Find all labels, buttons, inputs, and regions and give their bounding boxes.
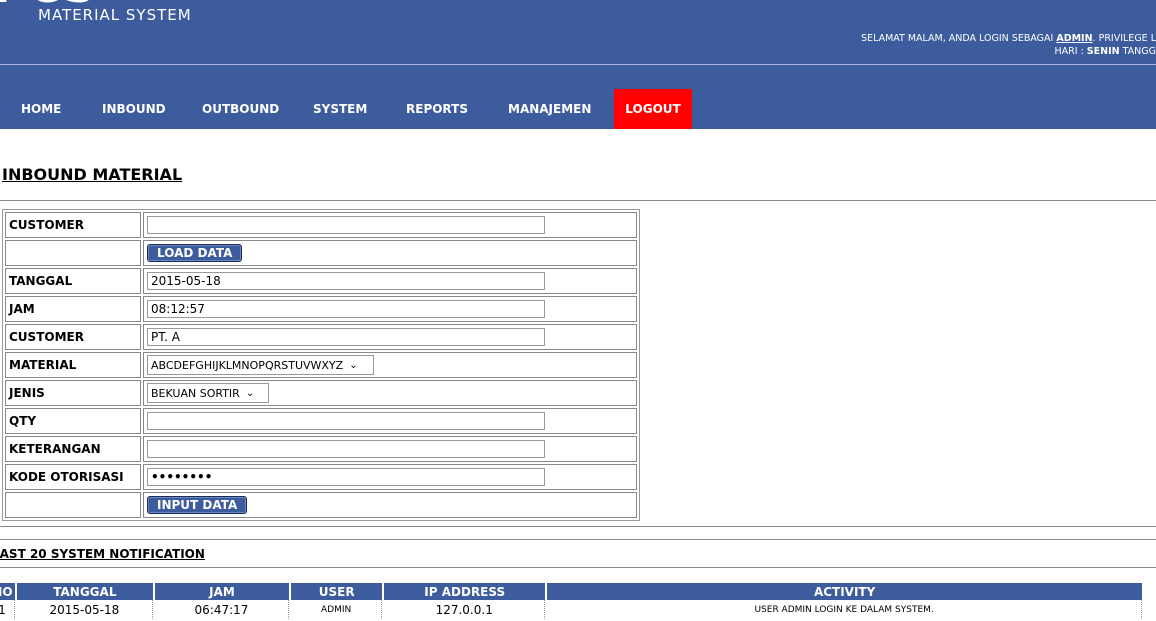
nav-logout[interactable]: LOGOUT <box>614 89 692 129</box>
form-row-input: INPUT DATA <box>5 492 637 518</box>
notification-table: NO TANGGAL JAM USER IP ADDRESS ACTIVITY … <box>0 583 1144 619</box>
divider <box>0 539 1156 540</box>
page-title: INBOUND MATERIAL <box>2 165 183 184</box>
kode-otorisasi-label: KODE OTORISASI <box>5 464 141 490</box>
nav-reports[interactable]: REPORTS <box>406 89 508 129</box>
customer-input[interactable] <box>147 328 545 346</box>
qty-label: QTY <box>5 408 141 434</box>
inbound-form: CUSTOMER LOAD DATA TANGGAL JAM CUSTOMER … <box>2 209 640 521</box>
chevron-down-icon: ⌄ <box>349 359 358 371</box>
divider <box>0 200 1156 202</box>
material-cell: ABCDEFGHIJKLMNOPQRSTUVWXYZ ⌄ <box>143 352 637 378</box>
notification-title: LAST 20 SYSTEM NOTIFICATION <box>0 547 205 561</box>
nav-home[interactable]: HOME <box>0 89 102 129</box>
customer-search-cell <box>143 212 637 238</box>
customer-search-label: CUSTOMER <box>5 212 141 238</box>
col-tanggal: TANGGAL <box>16 583 153 600</box>
day-value: SENIN <box>1086 46 1120 57</box>
load-cell: LOAD DATA <box>143 240 637 266</box>
kode-otorisasi-input[interactable] <box>147 468 545 486</box>
keterangan-input[interactable] <box>147 440 545 458</box>
jam-input[interactable] <box>147 300 545 318</box>
table-row: 1 2015-05-18 06:47:17 ADMIN 127.0.0.1 US… <box>0 600 1142 619</box>
cell-tanggal: 2015-05-18 <box>17 600 153 619</box>
col-no: NO <box>0 583 15 600</box>
kode-cell <box>143 464 637 490</box>
chevron-down-icon: ⌄ <box>245 387 255 399</box>
cell-ip: 127.0.0.1 <box>384 600 546 619</box>
col-ip: IP ADDRESS <box>384 583 546 600</box>
qty-cell <box>143 408 637 434</box>
input-data-button[interactable]: INPUT DATA <box>147 496 248 514</box>
jam-label: JAM <box>5 296 141 322</box>
nav-outbound[interactable]: OUTBOUND <box>202 89 313 129</box>
cell-no: 1 <box>0 600 15 619</box>
cell-user: ADMIN <box>291 600 383 619</box>
material-select[interactable]: ABCDEFGHIJKLMNOPQRSTUVWXYZ ⌄ <box>147 355 374 375</box>
keterangan-cell <box>143 436 637 462</box>
nav-inbound[interactable]: INBOUND <box>102 89 202 129</box>
cell-activity: USER ADMIN LOGIN KE DALAM SYSTEM. <box>547 600 1142 619</box>
tanggal-input[interactable] <box>147 272 545 290</box>
form-row-customer-search: CUSTOMER <box>5 212 637 238</box>
jenis-label: JENIS <box>5 380 141 406</box>
jenis-cell: BEKUAN SORTIR ⌄ <box>143 380 637 406</box>
col-jam: JAM <box>154 583 290 600</box>
header: PCS MATERIAL SYSTEM SELAMAT MALAM, ANDA … <box>0 0 1156 129</box>
header-divider <box>0 64 1156 65</box>
form-row-kode: KODE OTORISASI <box>5 464 637 490</box>
empty-label <box>5 492 141 518</box>
logo-subtitle: MATERIAL SYSTEM <box>38 6 192 24</box>
customer-cell <box>143 324 637 350</box>
divider <box>0 526 1156 527</box>
customer-search-input[interactable] <box>147 216 545 234</box>
greeting-prefix: SELAMAT MALAM, ANDA LOGIN SEBAGAI <box>861 33 1057 44</box>
material-select-value: ABCDEFGHIJKLMNOPQRSTUVWXYZ <box>151 358 344 372</box>
tanggal-cell <box>143 268 637 294</box>
form-row-material: MATERIAL ABCDEFGHIJKLMNOPQRSTUVWXYZ ⌄ <box>5 352 637 378</box>
table-header: NO TANGGAL JAM USER IP ADDRESS ACTIVITY <box>0 583 1142 600</box>
jam-cell <box>143 296 637 322</box>
divider <box>0 567 1156 568</box>
greeting: SELAMAT MALAM, ANDA LOGIN SEBAGAI ADMIN.… <box>861 32 1156 58</box>
load-data-button[interactable]: LOAD DATA <box>147 244 243 262</box>
form-row-keterangan: KETERANGAN <box>5 436 637 462</box>
form-row-customer: CUSTOMER <box>5 324 637 350</box>
date-label: TANGG <box>1119 46 1156 57</box>
form-row-load: LOAD DATA <box>5 240 637 266</box>
jenis-select[interactable]: BEKUAN SORTIR ⌄ <box>147 383 269 403</box>
jenis-select-value: BEKUAN SORTIR <box>151 386 240 400</box>
col-user: USER <box>291 583 383 600</box>
col-activity: ACTIVITY <box>547 583 1142 600</box>
material-label: MATERIAL <box>5 352 141 378</box>
form-row-tanggal: TANGGAL <box>5 268 637 294</box>
customer-label: CUSTOMER <box>5 324 141 350</box>
cell-jam: 06:47:17 <box>155 600 290 619</box>
user-link[interactable]: ADMIN <box>1056 33 1092 44</box>
input-cell: INPUT DATA <box>143 492 637 518</box>
form-row-qty: QTY <box>5 408 637 434</box>
main-nav: HOME INBOUND OUTBOUND SYSTEM REPORTS MAN… <box>0 89 692 129</box>
form-row-jam: JAM <box>5 296 637 322</box>
keterangan-label: KETERANGAN <box>5 436 141 462</box>
greeting-suffix: . PRIVILEGE L <box>1092 33 1156 44</box>
nav-system[interactable]: SYSTEM <box>313 89 406 129</box>
day-label: HARI : <box>1054 46 1087 57</box>
nav-manajemen[interactable]: MANAJEMEN <box>508 89 614 129</box>
form-row-jenis: JENIS BEKUAN SORTIR ⌄ <box>5 380 637 406</box>
tanggal-label: TANGGAL <box>5 268 141 294</box>
qty-input[interactable] <box>147 412 545 430</box>
empty-label <box>5 240 141 266</box>
